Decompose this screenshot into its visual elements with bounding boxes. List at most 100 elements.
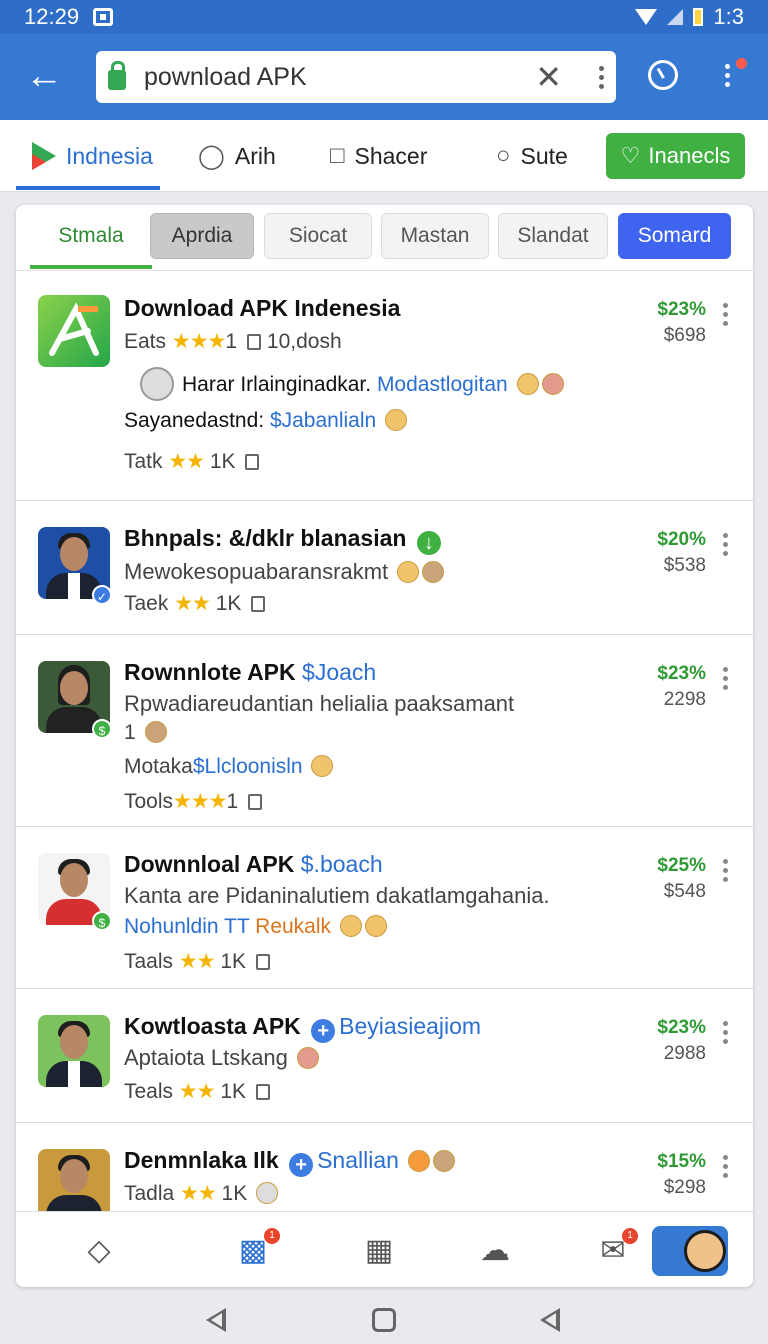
price-value: $698 bbox=[663, 325, 706, 346]
list-item[interactable]: Denmnlaka Ilk + Snallian Tadla ★★ 1K $15%… bbox=[16, 1123, 753, 1223]
item-line3: Sayanedastnd: $Jabanlialn bbox=[124, 409, 408, 433]
item-menu-icon[interactable] bbox=[722, 533, 728, 556]
user-link[interactable]: Modastlogitan bbox=[377, 373, 508, 396]
subtitle-text: Mewokesopuabaransrakmt bbox=[124, 559, 389, 584]
stars-icon: ★★ bbox=[168, 450, 205, 473]
nav-cloud-icon[interactable]: ☁ bbox=[450, 1212, 540, 1287]
item-rating: Tatk ★★ 1K bbox=[124, 449, 265, 474]
title-link[interactable]: Beyiasieajiom bbox=[339, 1013, 481, 1039]
filter-chip[interactable]: Stmala bbox=[30, 213, 152, 259]
browser-menu-icon[interactable] bbox=[724, 64, 730, 87]
item-menu-icon[interactable] bbox=[722, 859, 728, 882]
list-item[interactable]: $ Downnloal APK $.boach Kanta are Pidani… bbox=[16, 827, 753, 989]
system-back-icon[interactable] bbox=[206, 1308, 226, 1332]
play-store-icon bbox=[32, 142, 56, 170]
download-icon bbox=[245, 454, 260, 470]
nav-list-icon[interactable]: ▦ bbox=[334, 1212, 424, 1287]
emoji-icon bbox=[144, 721, 167, 743]
item-title: Downnloal APK $.boach bbox=[124, 851, 383, 878]
emoji-icon bbox=[256, 1182, 279, 1204]
tab-indonesia[interactable]: Indnesia bbox=[32, 120, 153, 192]
item-menu-icon[interactable] bbox=[722, 667, 728, 690]
tab-arih[interactable]: ◯ Arih bbox=[198, 120, 276, 192]
tab-sute[interactable]: ○ Sute bbox=[496, 120, 568, 192]
item-rating: Tadla ★★ 1K bbox=[124, 1181, 279, 1206]
app-logo-icon bbox=[38, 295, 110, 367]
filter-chip[interactable]: Mastan bbox=[381, 213, 489, 259]
list-item[interactable]: Kowtloasta APK + Beyiasieajiom Aptaiota L… bbox=[16, 989, 753, 1123]
history-icon[interactable] bbox=[648, 60, 678, 90]
emoji-icon bbox=[397, 561, 420, 583]
clear-icon[interactable]: ✕ bbox=[535, 58, 562, 96]
filter-chip[interactable]: Siocat bbox=[264, 213, 372, 259]
url-menu-icon[interactable] bbox=[598, 65, 604, 89]
item-title: Denmnlaka Ilk + Snallian bbox=[124, 1147, 456, 1177]
item-subtitle: Kanta are Pidaninalutiem dakatlamgahania… bbox=[124, 883, 550, 908]
item-count: 1 bbox=[124, 721, 167, 745]
title-text: Rownnlote APK bbox=[124, 659, 296, 685]
add-icon[interactable]: + bbox=[289, 1153, 314, 1177]
status-bar: 12:29 1:3 bbox=[0, 0, 768, 34]
item-subtitle: Aptaiota Ltskang bbox=[124, 1045, 320, 1071]
list-item[interactable]: Download APK Indenesia Eats ★★★1 10,dosh… bbox=[16, 271, 753, 501]
item-subtitle: Mewokesopuabaransrakmt bbox=[124, 559, 445, 585]
line-link[interactable]: $Jabanlialn bbox=[270, 409, 376, 432]
nav-chat-icon[interactable]: ▩ bbox=[208, 1212, 298, 1287]
price-change: $23% bbox=[657, 1017, 706, 1038]
line-link[interactable]: Nohunldin TT bbox=[124, 915, 249, 938]
emoji-icon bbox=[339, 915, 362, 937]
price-value: 2298 bbox=[663, 689, 706, 710]
add-icon[interactable]: + bbox=[311, 1019, 336, 1043]
item-meta: Eats ★★★1 10,dosh bbox=[124, 329, 342, 354]
back-arrow-icon[interactable]: ← bbox=[22, 54, 66, 98]
stars-icon: ★★ bbox=[178, 1080, 216, 1103]
browser-header: ← pownload APK ✕ bbox=[0, 34, 768, 120]
item-menu-icon[interactable] bbox=[722, 303, 728, 326]
title-link[interactable]: Snallian bbox=[317, 1147, 399, 1173]
item-title: Download APK Indenesia bbox=[124, 295, 401, 321]
price-change: $25% bbox=[657, 855, 706, 876]
rating-value: 1K bbox=[220, 950, 247, 973]
count-value: 1 bbox=[124, 721, 136, 744]
item-menu-icon[interactable] bbox=[722, 1155, 728, 1178]
emoji-icon bbox=[364, 915, 387, 937]
title-link[interactable]: $.boach bbox=[301, 851, 383, 877]
filter-chip[interactable]: Aprdia bbox=[150, 213, 254, 259]
nav-home-diamond-icon[interactable]: ◇ bbox=[54, 1212, 144, 1287]
download-badge-icon: ↓ bbox=[416, 531, 441, 555]
rating-value: 1K bbox=[215, 592, 242, 615]
rating-label: Taals bbox=[124, 950, 174, 973]
bottom-nav: ◇ ▩ 1 ▦ ☁ ✉ 1 bbox=[16, 1211, 753, 1287]
fire-icon bbox=[408, 1150, 431, 1172]
profile-avatar bbox=[38, 1015, 110, 1087]
filter-chip[interactable]: Somard bbox=[618, 213, 731, 259]
chat-icon: □ bbox=[330, 142, 345, 169]
download-icon bbox=[248, 794, 263, 810]
verified-badge-icon: $ bbox=[92, 911, 112, 931]
active-filter-indicator bbox=[30, 265, 152, 269]
tab-shacer[interactable]: □ Shacer bbox=[330, 120, 427, 192]
url-text[interactable]: pownload APK bbox=[144, 63, 535, 92]
chat-badge: 1 bbox=[264, 1228, 280, 1244]
filter-chip[interactable]: Slandat bbox=[498, 213, 608, 259]
system-home-icon[interactable] bbox=[372, 1308, 396, 1332]
list-item[interactable]: $ Rownnlote APK $Joach Rpwadiareudantian… bbox=[16, 635, 753, 827]
wifi-icon bbox=[635, 9, 658, 25]
price-change: $23% bbox=[657, 299, 706, 320]
url-bar[interactable]: pownload APK ✕ bbox=[96, 51, 616, 103]
line-link[interactable]: $Llcloonisln bbox=[193, 755, 303, 778]
line-highlight: Reukalk bbox=[255, 915, 332, 938]
subtitle-text: Aptaiota Ltskang bbox=[124, 1045, 288, 1070]
nav-mail-icon[interactable]: ✉ bbox=[568, 1212, 658, 1287]
interests-button[interactable]: ♡ Inanecls bbox=[606, 133, 745, 179]
item-title: Rownnlote APK $Joach bbox=[124, 659, 376, 686]
tab-label: Shacer bbox=[354, 142, 428, 169]
title-link[interactable]: $Joach bbox=[302, 659, 376, 685]
system-recent-icon[interactable] bbox=[540, 1308, 560, 1332]
rating-value: 1K bbox=[220, 1080, 247, 1103]
nav-profile-button[interactable] bbox=[652, 1226, 728, 1276]
item-menu-icon[interactable] bbox=[722, 1021, 728, 1044]
notification-dot bbox=[736, 58, 747, 69]
list-item[interactable]: ✓ Bhnpals: &/dklr blanasian ↓ Mewokesopu… bbox=[16, 501, 753, 635]
emoji-icon bbox=[422, 561, 445, 583]
